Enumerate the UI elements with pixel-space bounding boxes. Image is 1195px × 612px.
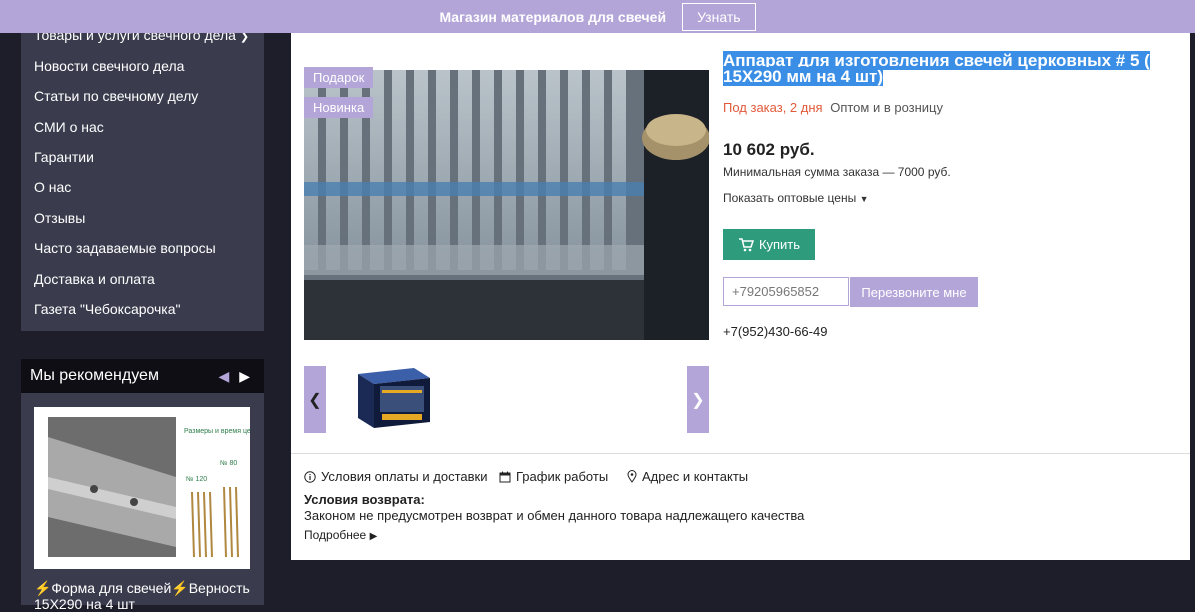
divider xyxy=(291,453,1190,454)
sidebar-item-news[interactable]: Новости свечного дела xyxy=(34,58,184,74)
recommend-header: Мы рекомендуем ◀ ▶ xyxy=(21,359,264,393)
recommend-caption[interactable]: ⚡Форма для свечей⚡Верность 15Х290 на 4 ш… xyxy=(34,580,259,612)
sale-type: Оптом и в розницу xyxy=(830,100,943,115)
info-icon xyxy=(304,470,316,483)
prev-arrow-icon[interactable]: ◀ xyxy=(218,368,229,385)
next-arrow-icon[interactable]: ▶ xyxy=(239,368,250,385)
contact-phone[interactable]: +7(952)430-66-49 xyxy=(723,324,827,339)
chevron-right-small-icon: ▶ xyxy=(369,531,378,542)
recommend-card[interactable]: Размеры и время церковных свечей. № 80 №… xyxy=(21,393,304,612)
return-title: Условия возврата: xyxy=(304,492,425,507)
sidebar-item-newspaper[interactable]: Газета "Чебоксарочка" xyxy=(34,301,181,317)
product-thumbnail[interactable] xyxy=(352,364,432,431)
buy-button[interactable]: Купить xyxy=(723,229,815,260)
banner-text: Магазин материалов для свечей xyxy=(439,8,667,25)
cart-icon xyxy=(738,237,754,251)
sidebar-item-faq[interactable]: Часто задаваемые вопросы xyxy=(34,240,216,256)
sidebar-item-articles[interactable]: Статьи по свечному делу xyxy=(34,88,198,104)
payment-delivery-link[interactable]: Условия оплаты и доставки xyxy=(304,469,487,484)
chevron-down-icon: ▼ xyxy=(859,194,869,204)
candle-mold-image: Размеры и время церковных свечей. № 80 №… xyxy=(34,407,304,569)
product-title: Аппарат для изготовления свечей церковны… xyxy=(723,51,1150,86)
image-heading-text: Размеры и время церковных свечей. xyxy=(184,427,250,435)
availability: Под заказ, 2 дня Оптом и в розницу xyxy=(723,100,943,115)
map-pin-icon xyxy=(627,470,637,483)
callback-phone-input[interactable]: +79205965852 xyxy=(723,277,849,306)
recommend-title: Мы рекомендуем xyxy=(30,367,159,384)
recommend-image[interactable]: Размеры и время церковных свечей. № 80 №… xyxy=(34,407,304,569)
image-no80-text: № 80 xyxy=(220,460,237,467)
schedule-link[interactable]: График работы xyxy=(499,469,608,484)
more-link[interactable]: Подробнее ▶ xyxy=(304,528,377,542)
wholesale-prices-link[interactable]: Показать оптовые цены ▼ xyxy=(723,191,869,205)
return-text: Законом не предусмотрен возврат и обмен … xyxy=(304,508,805,523)
callback-button[interactable]: Перезвоните мне xyxy=(850,277,978,307)
sidebar-item-about[interactable]: О нас xyxy=(34,179,71,195)
product-card: Подарок Новинка ❮ ❯ Аппарат для изготовл… xyxy=(291,33,1190,560)
box-thumbnail-image xyxy=(358,368,430,428)
chevron-left-icon: ❮ xyxy=(308,391,322,409)
sidebar-menu: Товары и услуги свечного дела ❯ Новости … xyxy=(21,23,264,331)
top-banner: Магазин материалов для свечей Узнать xyxy=(0,0,1195,33)
sidebar-item-media[interactable]: СМИ о нас xyxy=(34,119,104,135)
min-order: Минимальная сумма заказа — 7000 руб. xyxy=(723,165,951,179)
calendar-icon xyxy=(499,471,511,482)
product-price: 10 602 руб. xyxy=(723,140,815,159)
sidebar-item-reviews[interactable]: Отзывы xyxy=(34,210,85,226)
image-no120-text: № 120 xyxy=(186,476,207,483)
thumb-prev-button[interactable]: ❮ xyxy=(304,366,326,433)
learn-more-button[interactable]: Узнать xyxy=(682,2,756,31)
thumb-next-button[interactable]: ❯ xyxy=(687,366,709,433)
sidebar-item-delivery[interactable]: Доставка и оплата xyxy=(34,271,155,287)
availability-status: Под заказ, 2 дня xyxy=(723,100,823,115)
badge-gift: Подарок xyxy=(304,67,374,88)
chevron-right-icon: ❯ xyxy=(691,391,705,409)
badge-new: Новинка xyxy=(304,97,374,118)
sidebar-item-guarantees[interactable]: Гарантии xyxy=(34,149,94,165)
address-contacts-link[interactable]: Адрес и контакты xyxy=(627,469,748,484)
